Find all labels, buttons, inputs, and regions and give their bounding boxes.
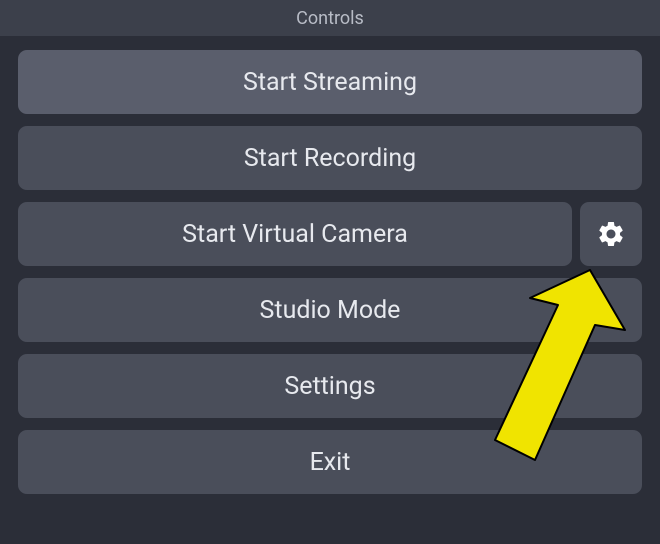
row-virtual-camera: Start Virtual Camera xyxy=(18,202,642,266)
gear-icon xyxy=(596,219,626,249)
row-studio-mode: Studio Mode xyxy=(18,278,642,342)
exit-button[interactable]: Exit xyxy=(18,430,642,494)
panel-header: Controls xyxy=(0,0,660,36)
studio-mode-button[interactable]: Studio Mode xyxy=(18,278,642,342)
start-recording-button[interactable]: Start Recording xyxy=(18,126,642,190)
row-settings: Settings xyxy=(18,354,642,418)
start-virtual-camera-button[interactable]: Start Virtual Camera xyxy=(18,202,572,266)
panel-body: Start Streaming Start Recording Start Vi… xyxy=(0,36,660,508)
row-exit: Exit xyxy=(18,430,642,494)
virtual-camera-settings-button[interactable] xyxy=(580,202,642,266)
row-streaming: Start Streaming xyxy=(18,50,642,114)
settings-button[interactable]: Settings xyxy=(18,354,642,418)
start-streaming-button[interactable]: Start Streaming xyxy=(18,50,642,114)
row-recording: Start Recording xyxy=(18,126,642,190)
panel-title: Controls xyxy=(296,8,364,29)
controls-panel: Controls Start Streaming Start Recording… xyxy=(0,0,660,544)
